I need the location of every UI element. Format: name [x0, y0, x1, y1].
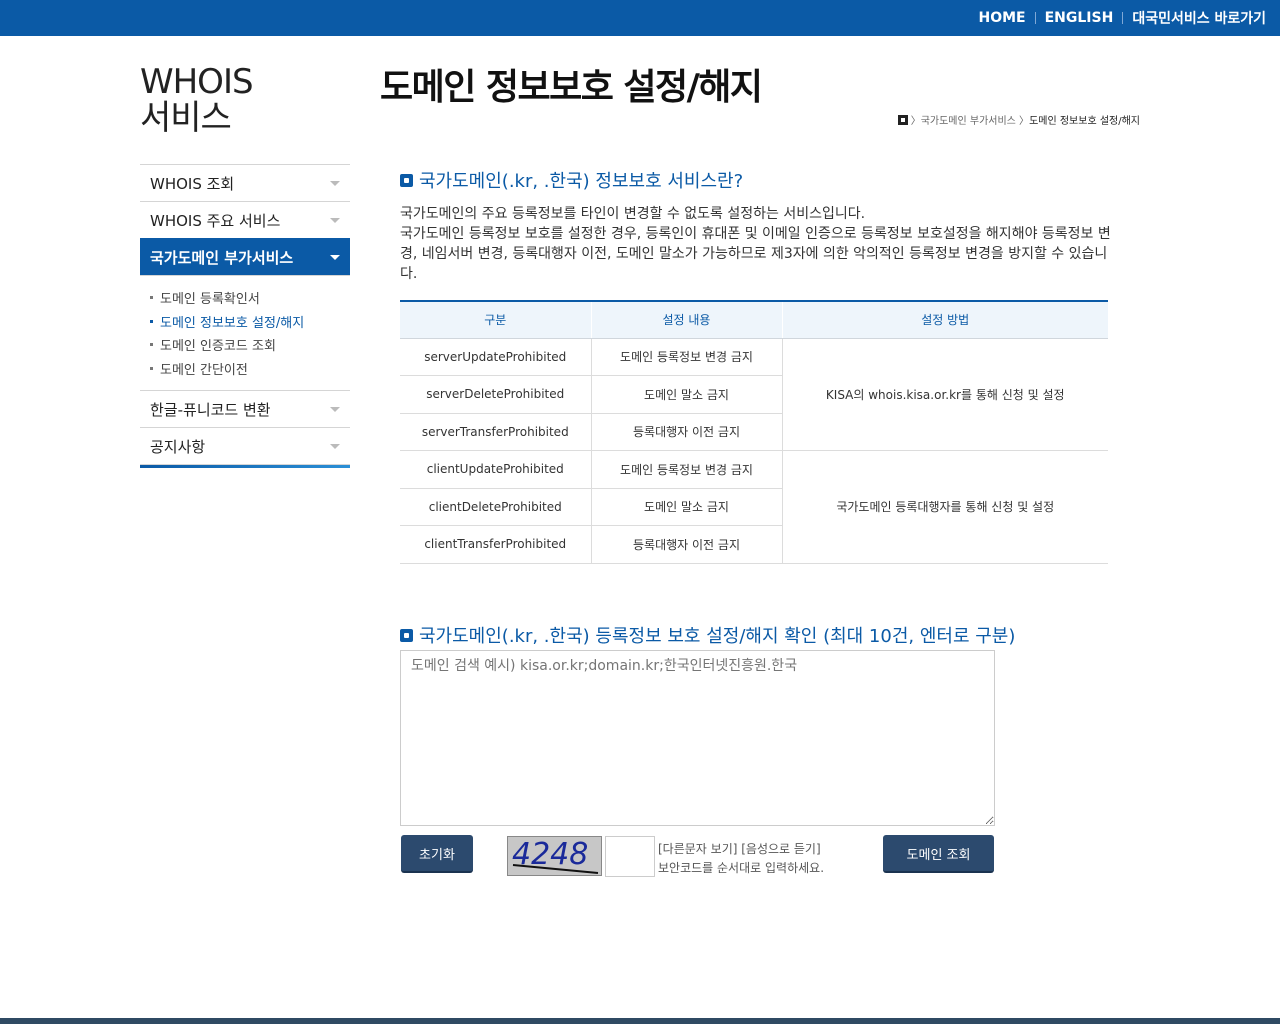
domain-search-button[interactable]: 도메인 조회 [883, 835, 994, 873]
chevron-down-icon [330, 254, 340, 260]
captcha-input[interactable] [605, 836, 655, 877]
chevron-down-icon [330, 180, 340, 186]
section-heading-about: 국가도메인(.kr, .한국) 정보보호 서비스란? [400, 167, 743, 193]
section-heading-text: 국가도메인(.kr, .한국) 등록정보 보호 설정/해지 확인 (최대 10건… [419, 626, 1016, 647]
page-title: 도메인 정보보호 설정/해지 [380, 67, 763, 108]
subnav-label: 도메인 인증코드 조회 [160, 339, 276, 355]
footer-bar [0, 1018, 1280, 1024]
service-description: 국가도메인의 주요 등록정보를 타인이 변경할 수 없도록 설정하는 서비스입니… [400, 204, 1120, 284]
bullet-icon [150, 319, 153, 323]
description-line: 국가도메인의 주요 등록정보를 타인이 변경할 수 없도록 설정하는 서비스입니… [400, 206, 866, 222]
column-header: 설정 내용 [590, 300, 782, 339]
table-header-row: 구분 설정 내용 설정 방법 [400, 300, 1108, 339]
section-heading-check: 국가도메인(.kr, .한국) 등록정보 보호 설정/해지 확인 (최대 10건… [400, 622, 1015, 648]
status-desc: 도메인 등록정보 변경 금지 [590, 450, 782, 489]
sidebar-item-label: WHOIS 조회 [150, 174, 235, 193]
subnav-item-simple-transfer[interactable]: 도메인 간단이전 [150, 357, 350, 381]
setting-method-client: 국가도메인 등록대행자를 통해 신청 및 설정 [781, 450, 1108, 564]
sidebar-item-label: 국가도메인 부가서비스 [150, 248, 294, 267]
bullet-icon [150, 343, 153, 347]
divider [1122, 12, 1124, 24]
sidebar-title: WHOIS 서비스 [140, 62, 254, 138]
column-header: 구분 [400, 300, 591, 339]
status-code: serverTransferProhibited [400, 413, 591, 451]
top-bar: HOME ENGLISH 대국민서비스 바로가기 [0, 0, 1280, 36]
chevron-down-icon [330, 406, 340, 412]
subnav-item-registration-certificate[interactable]: 도메인 등록확인서 [150, 286, 350, 310]
subnav-label: 도메인 정보보호 설정/해지 [160, 315, 305, 331]
top-links: HOME ENGLISH 대국민서비스 바로가기 [978, 0, 1266, 36]
sidebar-item-whois-main-services[interactable]: WHOIS 주요 서비스 [140, 201, 350, 238]
sidebar-nav: WHOIS 조회 WHOIS 주요 서비스 국가도메인 부가서비스 도메인 등록… [140, 164, 350, 468]
column-header: 설정 방법 [781, 300, 1108, 339]
reset-button[interactable]: 초기화 [401, 835, 473, 873]
subnav-label: 도메인 간단이전 [160, 362, 248, 378]
chevron-down-icon [330, 443, 340, 449]
status-desc: 도메인 등록정보 변경 금지 [590, 338, 782, 376]
status-table: 구분 설정 내용 설정 방법 serverUpdateProhibited 도메… [400, 300, 1108, 564]
sidebar-title-line2: 서비스 [140, 98, 232, 138]
captcha-info: [다른문자 보기] [음성으로 듣기] 보안코드를 순서대로 입력하세요. [658, 840, 824, 878]
status-desc: 도메인 말소 금지 [590, 488, 782, 526]
section-bullet-icon [400, 628, 413, 642]
sidebar-item-label: 공지사항 [150, 437, 206, 456]
english-link[interactable]: ENGLISH [1045, 10, 1114, 26]
setting-method-server: KISA의 whois.kisa.or.kr를 통해 신청 및 설정 [781, 338, 1108, 451]
section-bullet-icon [400, 173, 413, 187]
status-code: serverUpdateProhibited [400, 338, 591, 376]
sidebar-item-notice[interactable]: 공지사항 [140, 427, 350, 464]
sidebar-item-whois-lookup[interactable]: WHOIS 조회 [140, 164, 350, 201]
status-code: clientDeleteProhibited [400, 488, 591, 526]
breadcrumb-parent[interactable]: 〉국가도메인 부가서비스 〉 [911, 112, 1029, 127]
status-code: clientUpdateProhibited [400, 450, 591, 489]
sidebar-bottom-bar [140, 464, 350, 468]
domain-query-textarea[interactable] [400, 650, 995, 826]
sidebar-item-label: WHOIS 주요 서비스 [150, 211, 281, 230]
home-icon[interactable] [897, 114, 908, 125]
table-row: serverUpdateProhibited 도메인 등록정보 변경 금지 KI… [400, 338, 1108, 451]
status-desc: 등록대행자 이전 금지 [590, 413, 782, 451]
status-desc: 등록대행자 이전 금지 [590, 525, 782, 564]
status-code: serverDeleteProhibited [400, 375, 591, 414]
status-code: clientTransferProhibited [400, 525, 591, 564]
status-desc: 도메인 말소 금지 [590, 375, 782, 414]
table-row: clientUpdateProhibited 도메인 등록정보 변경 금지 국가… [400, 450, 1108, 564]
subnav-item-auth-code[interactable]: 도메인 인증코드 조회 [150, 333, 350, 357]
captcha-options-link[interactable]: [다른문자 보기] [음성으로 듣기] [658, 840, 824, 859]
breadcrumb: 〉국가도메인 부가서비스 〉 도메인 정보보호 설정/해지 [897, 112, 1140, 127]
bullet-icon [150, 296, 153, 300]
captcha-hint: 보안코드를 순서대로 입력하세요. [658, 861, 825, 875]
captcha-image: 4248 [507, 836, 602, 876]
subnav-label: 도메인 등록확인서 [160, 292, 260, 308]
chevron-down-icon [330, 217, 340, 223]
home-link[interactable]: HOME [978, 10, 1025, 26]
sidebar-subnav: 도메인 등록확인서 도메인 정보보호 설정/해지 도메인 인증코드 조회 도메인… [140, 275, 350, 390]
sidebar-item-label: 한글-퓨니코드 변환 [150, 400, 271, 419]
bullet-icon [150, 366, 153, 370]
breadcrumb-current: 도메인 정보보호 설정/해지 [1029, 116, 1140, 127]
sidebar-item-additional-services[interactable]: 국가도메인 부가서비스 [140, 238, 350, 275]
sidebar-item-punycode[interactable]: 한글-퓨니코드 변환 [140, 390, 350, 427]
divider [1034, 12, 1036, 24]
sidebar-title-line1: WHOIS [140, 62, 254, 102]
korea-service-link[interactable]: 대국민서비스 바로가기 [1132, 8, 1266, 28]
section-heading-text: 국가도메인(.kr, .한국) 정보보호 서비스란? [419, 171, 744, 192]
subnav-item-info-protection[interactable]: 도메인 정보보호 설정/해지 [150, 310, 350, 334]
description-line: 국가도메인 등록정보 보호를 설정한 경우, 등록인이 휴대폰 및 이메일 인증… [400, 226, 1111, 282]
captcha-noise-line [512, 864, 599, 874]
